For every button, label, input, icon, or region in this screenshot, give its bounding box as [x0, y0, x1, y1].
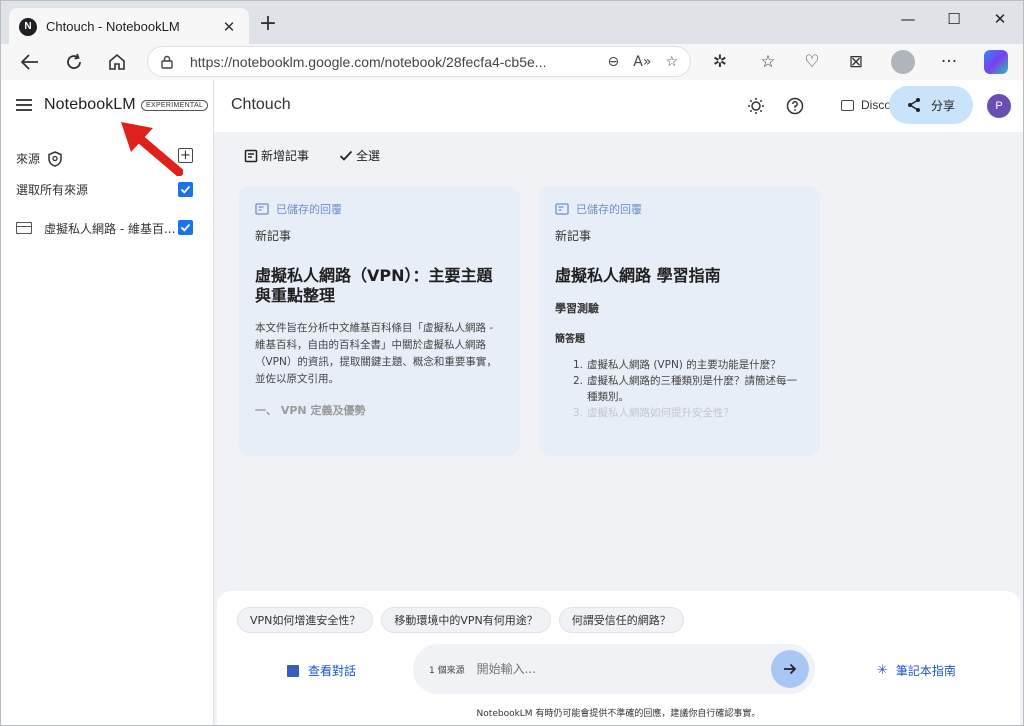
refresh-icon[interactable] [59, 48, 89, 76]
experimental-badge: EXPERIMENTAL [141, 100, 209, 111]
browser-titlebar: N Chtouch - NotebookLM ✕ + — ☐ ✕ [0, 0, 1024, 45]
chat-input-box[interactable]: 1 個來源 [413, 644, 815, 694]
check-icon [339, 150, 353, 161]
note-body: 本文件旨在分析中文維基百科條目「虛擬私人網路 - 維基百科，自由的百科全書」中關… [255, 322, 497, 385]
saved-response-icon [555, 203, 569, 215]
notebook-guide-button[interactable]: ✳ 筆記本指南 [877, 662, 956, 679]
disclaimer-text: NotebookLM 有時仍可能會提供不準確的回應，建議你自行確認事實。 [476, 709, 761, 719]
sources-sidebar: NotebookLM EXPERIMENTAL 來源 + 選取所有來源 虛擬私人… [1, 80, 214, 725]
zoom-icon[interactable]: ⊖ [608, 54, 620, 70]
saved-response-icon [255, 203, 269, 215]
notebook-main: Chtouch Discord 分享 P 新增記事 全選 已儲存的回覆 新記事 … [214, 80, 1023, 725]
user-avatar[interactable]: P [987, 94, 1011, 118]
saved-response-tag: 已儲存的回覆 [255, 201, 504, 217]
close-tab-icon[interactable]: ✕ [219, 18, 239, 36]
select-all-sources-label[interactable]: 選取所有來源 [16, 181, 88, 198]
close-window-icon[interactable]: ✕ [977, 5, 1023, 33]
sources-header: 來源 [16, 150, 62, 167]
note-section-heading: 學習測驗 [555, 302, 599, 315]
share-label: 分享 [930, 98, 955, 113]
address-bar[interactable]: https://notebooklm.google.com/notebook/2… [147, 46, 691, 77]
home-icon[interactable] [102, 48, 132, 76]
saved-response-label: 已儲存的回覆 [576, 203, 642, 216]
shield-icon[interactable] [48, 150, 62, 167]
favorites-icon[interactable]: ☆ [753, 48, 783, 76]
chat-panel: VPN如何增進安全性？ 移動環境中的VPN有何用途？ 何謂受信任的網路？ 查看對… [217, 591, 1020, 725]
tab-title: Chtouch - NotebookLM [46, 19, 180, 34]
source-item[interactable]: 虛擬私人網路 - 維基百... [16, 219, 196, 237]
note-subtitle: 新記事 [255, 229, 292, 243]
document-icon [16, 222, 32, 234]
new-tab-icon[interactable]: + [257, 13, 279, 35]
sparkle-icon: ✳ [877, 663, 888, 678]
source-item-checkbox[interactable] [178, 220, 193, 235]
theme-toggle-icon[interactable] [746, 96, 766, 116]
copilot-icon[interactable] [981, 48, 1011, 76]
screenshot-icon[interactable]: ⊠ [841, 48, 871, 76]
chat-history-icon [287, 664, 299, 677]
sources-label: 來源 [16, 152, 41, 166]
view-chat-label: 查看對話 [308, 664, 357, 678]
notebook-title[interactable]: Chtouch [231, 96, 291, 114]
suggestion-chip[interactable]: VPN如何增進安全性？ [237, 607, 374, 633]
notebook-header: Chtouch Discord 分享 P [214, 80, 1023, 132]
maximize-icon[interactable]: ☐ [931, 5, 977, 33]
note-heading: 虛擬私人網路（VPN）：主要主題與重點整理 [255, 266, 493, 305]
note-heading: 虛擬私人網路 學習指南 [555, 266, 721, 285]
note-question-list: 1. 虛擬私人網路 (VPN) 的主要功能是什麼？ 2. 虛擬私人網路的三種類別是什… [555, 357, 804, 421]
back-icon[interactable] [15, 48, 45, 76]
suggested-questions: VPN如何增進安全性？ 移動環境中的VPN有何用途？ 何謂受信任的網路？ [237, 607, 692, 633]
lock-icon[interactable] [160, 55, 174, 69]
chat-input[interactable] [476, 662, 771, 676]
note-card[interactable]: 已儲存的回覆 新記事 虛擬私人網路 學習指南 學習測驗 簡答題 1. 虛擬私人網路… [539, 186, 820, 456]
suggestion-chip[interactable]: 何謂受信任的網路？ [558, 607, 684, 633]
notebook-guide-label: 筆記本指南 [895, 664, 956, 678]
note-subsection-heading: 簡答題 [555, 334, 585, 345]
browser-essentials-icon[interactable]: ♡ [797, 48, 827, 76]
extensions-icon[interactable]: ✲ [705, 48, 735, 76]
source-item-label[interactable]: 虛擬私人網路 - 維基百... [44, 220, 175, 237]
favorite-star-icon[interactable]: ☆ [665, 54, 678, 70]
note-section-heading: 一、 VPN 定義及優勢 [255, 404, 366, 417]
list-item: 3. 虛擬私人網路如何提升安全性？ [573, 407, 734, 419]
add-note-label: 新增記事 [261, 149, 310, 163]
source-count: 1 個來源 [429, 665, 465, 676]
saved-response-label: 已儲存的回覆 [276, 203, 342, 216]
list-item: 1. 虛擬私人網路 (VPN) 的主要功能是什麼？ [573, 359, 781, 371]
notebooklm-favicon-icon: N [19, 17, 37, 36]
note-subtitle: 新記事 [555, 229, 592, 243]
select-all-notes-label: 全選 [356, 149, 381, 163]
browser-toolbar: https://notebooklm.google.com/notebook/2… [0, 44, 1024, 80]
note-add-icon [244, 149, 258, 162]
brand-logo[interactable]: NotebookLM [44, 96, 136, 114]
saved-response-tag: 已儲存的回覆 [555, 201, 804, 217]
chat-bubble-icon [841, 99, 854, 111]
send-button[interactable] [771, 650, 809, 688]
menu-icon[interactable] [16, 99, 32, 111]
notebooklm-app: NotebookLM EXPERIMENTAL 來源 + 選取所有來源 虛擬私人… [0, 80, 1024, 726]
note-card[interactable]: 已儲存的回覆 新記事 虛擬私人網路（VPN）：主要主題與重點整理 本文件旨在分析… [239, 186, 520, 456]
select-all-sources-checkbox[interactable] [178, 182, 193, 197]
add-note-button[interactable]: 新增記事 [244, 147, 309, 164]
red-arrow-annotation-icon [121, 122, 183, 176]
arrow-right-icon [784, 663, 797, 675]
more-menu-icon[interactable]: ··· [934, 48, 964, 76]
url-text[interactable]: https://notebooklm.google.com/notebook/2… [190, 54, 594, 70]
help-icon[interactable] [785, 96, 805, 116]
read-aloud-icon[interactable]: A» [633, 54, 651, 70]
notes-actions: 新增記事 全選 [244, 147, 410, 164]
select-all-notes-button[interactable]: 全選 [339, 147, 380, 164]
view-chat-button[interactable]: 查看對話 [287, 662, 356, 679]
share-button[interactable]: 分享 [889, 86, 973, 124]
browser-tab-active[interactable]: N Chtouch - NotebookLM ✕ [9, 8, 249, 45]
minimize-icon[interactable]: — [885, 5, 931, 33]
share-icon [907, 98, 920, 112]
profile-icon[interactable] [888, 48, 918, 76]
suggestion-chip[interactable]: 移動環境中的VPN有何用途？ [381, 607, 551, 633]
list-item: 2. 虛擬私人網路的三種類別是什麼？請簡述每一種類別。 [573, 375, 797, 403]
